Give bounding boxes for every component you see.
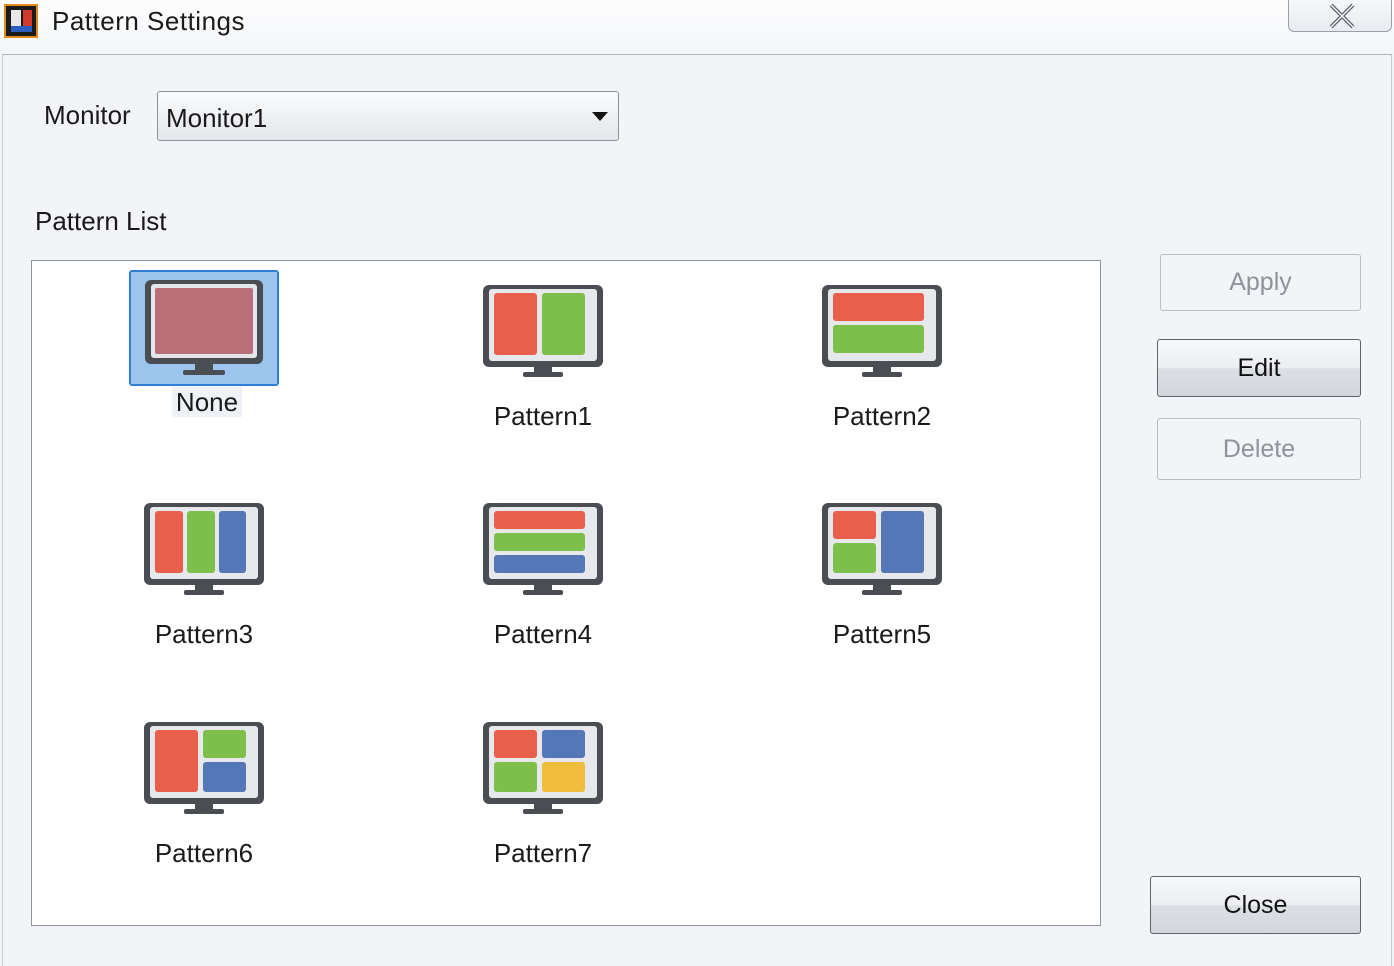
- pattern-label: Pattern6: [154, 838, 254, 868]
- pattern-label: Pattern7: [493, 838, 593, 868]
- chevron-down-icon: [592, 112, 608, 121]
- pattern-item-7[interactable]: Pattern7: [423, 712, 663, 882]
- monitor-2-rows-icon: [818, 281, 946, 395]
- pattern-item-none[interactable]: None: [32, 261, 279, 431]
- pattern-label: Pattern2: [832, 401, 932, 431]
- pattern-item-2[interactable]: Pattern2: [762, 275, 1002, 445]
- monitor-label: Monitor: [44, 100, 131, 130]
- close-window-button[interactable]: [1288, 0, 1392, 32]
- window-title: Pattern Settings: [52, 6, 245, 36]
- monitor-2x2-grid-icon: [479, 718, 607, 832]
- delete-button-label: Delete: [1222, 435, 1296, 463]
- monitor-3-columns-icon: [140, 499, 268, 613]
- apply-button[interactable]: Apply: [1160, 254, 1361, 311]
- pattern-item-5[interactable]: Pattern5: [762, 493, 1002, 663]
- edit-button-label: Edit: [1237, 354, 1281, 382]
- pattern-item-1[interactable]: Pattern1: [423, 275, 663, 445]
- pattern-label: Pattern4: [493, 619, 593, 649]
- pattern-label: None: [171, 387, 243, 417]
- monitor-2-columns-icon: [479, 281, 607, 395]
- pattern-label: Pattern1: [493, 401, 593, 431]
- pattern-item-3[interactable]: Pattern3: [84, 493, 324, 663]
- pattern-label: Pattern5: [832, 619, 932, 649]
- title-bar: Pattern Settings: [0, 0, 1394, 54]
- pattern-list-label: Pattern List: [35, 206, 167, 236]
- monitor-1-left-2-right-icon: [140, 718, 268, 832]
- pattern-label: Pattern3: [154, 619, 254, 649]
- monitor-3-rows-icon: [479, 499, 607, 613]
- pattern-item-4[interactable]: Pattern4: [423, 493, 663, 663]
- pattern-list[interactable]: None Pattern1 Pattern2 Pattern3 Pattern4…: [31, 260, 1101, 926]
- apply-button-label: Apply: [1229, 268, 1292, 296]
- edit-button[interactable]: Edit: [1157, 339, 1361, 397]
- monitor-dropdown-value: Monitor1: [166, 103, 268, 133]
- monitor-dropdown[interactable]: Monitor1: [157, 91, 619, 141]
- close-icon: [1329, 3, 1355, 29]
- monitor-blank-icon: [129, 270, 279, 386]
- close-button-label: Close: [1223, 891, 1288, 919]
- app-icon: [4, 4, 38, 38]
- close-button[interactable]: Close: [1150, 876, 1361, 934]
- monitor-2-left-1-right-icon: [818, 499, 946, 613]
- delete-button[interactable]: Delete: [1157, 418, 1361, 480]
- pattern-item-6[interactable]: Pattern6: [84, 712, 324, 882]
